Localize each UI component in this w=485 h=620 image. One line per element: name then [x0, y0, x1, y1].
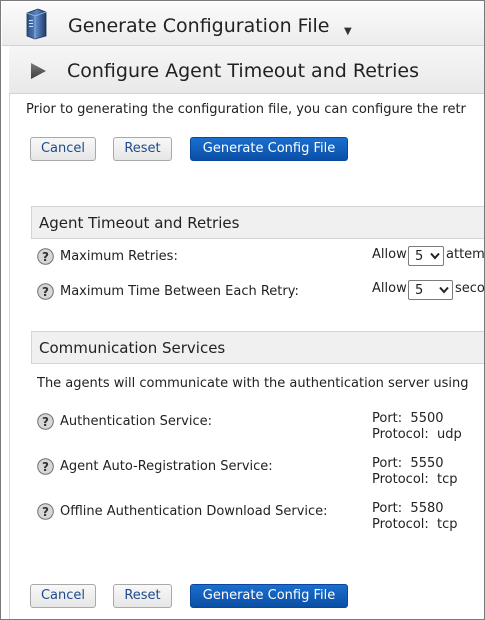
- chevron-down-icon: [439, 286, 449, 294]
- left-divider: [9, 45, 10, 619]
- page-title: Generate Configuration File: [68, 15, 330, 37]
- port-value: 5550: [410, 456, 444, 471]
- protocol-label: Protocol:: [372, 427, 429, 442]
- max-retries-value: 5: [415, 249, 424, 264]
- play-arrow-icon: [31, 63, 46, 79]
- help-icon[interactable]: ?: [37, 283, 54, 300]
- auto-registration-port-line: Port: 5550: [372, 456, 444, 472]
- svg-text:?: ?: [42, 250, 49, 264]
- port-value: 5500: [410, 411, 444, 426]
- server-icon: [26, 8, 47, 40]
- reset-button-bottom[interactable]: Reset: [113, 584, 172, 608]
- port-value: 5580: [410, 501, 444, 516]
- section-heading: Configure Agent Timeout and Retries: [67, 60, 420, 82]
- protocol-value: tcp: [437, 517, 458, 532]
- max-retries-prefix: Allow: [372, 247, 407, 262]
- max-time-unit: seco: [455, 281, 485, 296]
- auth-service-protocol-line: Protocol: udp: [372, 427, 462, 443]
- max-retries-select[interactable]: 5: [408, 246, 444, 266]
- header-bar: Generate Configuration File ▼: [2, 2, 484, 46]
- help-icon[interactable]: ?: [37, 248, 54, 265]
- title-menu-dropdown[interactable]: ▼: [344, 26, 352, 37]
- reset-button-top[interactable]: Reset: [113, 137, 172, 161]
- help-icon[interactable]: ?: [37, 458, 54, 475]
- auth-service-label: Authentication Service:: [60, 414, 212, 429]
- protocol-value: tcp: [437, 472, 458, 487]
- generate-config-button-top[interactable]: Generate Config File: [190, 137, 348, 161]
- svg-text:?: ?: [42, 460, 49, 474]
- max-time-prefix: Allow: [372, 281, 407, 296]
- svg-text:?: ?: [42, 415, 49, 429]
- protocol-value: udp: [437, 427, 462, 442]
- auth-service-port-line: Port: 5500: [372, 411, 444, 427]
- comm-section-header: Communication Services: [31, 331, 484, 364]
- help-icon[interactable]: ?: [37, 503, 54, 520]
- max-time-label: Maximum Time Between Each Retry:: [60, 284, 299, 299]
- svg-text:?: ?: [42, 505, 49, 519]
- timeout-section-title: Agent Timeout and Retries: [39, 214, 240, 232]
- intro-text: Prior to generating the configuration fi…: [26, 102, 466, 117]
- comm-description: The agents will communicate with the aut…: [37, 376, 469, 391]
- protocol-label: Protocol:: [372, 472, 429, 487]
- max-retries-unit: attem: [446, 247, 485, 262]
- help-icon[interactable]: ?: [37, 413, 54, 430]
- offline-download-protocol-line: Protocol: tcp: [372, 517, 458, 533]
- chevron-down-icon: [430, 252, 440, 260]
- app-window: Generate Configuration File ▼ Configure …: [0, 0, 485, 620]
- generate-config-button-bottom[interactable]: Generate Config File: [190, 584, 348, 608]
- auto-registration-label: Agent Auto-Registration Service:: [60, 459, 273, 474]
- max-time-select[interactable]: 5: [408, 280, 453, 300]
- offline-download-port-line: Port: 5580: [372, 501, 444, 517]
- svg-text:?: ?: [42, 285, 49, 299]
- timeout-section-header: Agent Timeout and Retries: [31, 206, 484, 239]
- subheader-bar: Configure Agent Timeout and Retries: [9, 46, 484, 94]
- max-time-value: 5: [415, 283, 424, 298]
- cancel-button-top[interactable]: Cancel: [30, 137, 96, 161]
- comm-section-title: Communication Services: [39, 339, 226, 357]
- cancel-button-bottom[interactable]: Cancel: [30, 584, 96, 608]
- auto-registration-protocol-line: Protocol: tcp: [372, 472, 458, 488]
- offline-download-label: Offline Authentication Download Service:: [60, 504, 328, 519]
- port-label: Port:: [372, 456, 403, 471]
- protocol-label: Protocol:: [372, 517, 429, 532]
- max-retries-label: Maximum Retries:: [60, 249, 178, 264]
- port-label: Port:: [372, 411, 403, 426]
- port-label: Port:: [372, 501, 403, 516]
